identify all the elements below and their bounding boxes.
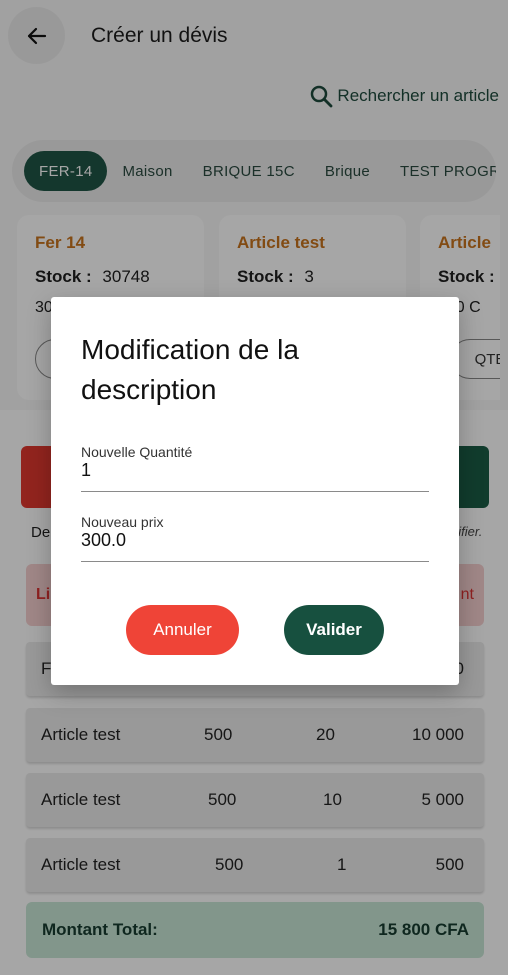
quantity-label: Nouvelle Quantité: [81, 444, 193, 460]
price-label: Nouveau prix: [81, 514, 164, 530]
confirm-button[interactable]: Valider: [284, 605, 384, 655]
dialog-title: Modification de la description: [81, 334, 299, 405]
cancel-button[interactable]: Annuler: [126, 605, 239, 655]
quantity-input[interactable]: 1: [81, 460, 429, 491]
edit-description-dialog: Modification de la description Nouvelle …: [51, 297, 459, 685]
price-input[interactable]: 300.0: [81, 530, 429, 561]
quantity-field[interactable]: Nouvelle Quantité 1: [81, 444, 429, 492]
price-field[interactable]: Nouveau prix 300.0: [81, 514, 429, 562]
